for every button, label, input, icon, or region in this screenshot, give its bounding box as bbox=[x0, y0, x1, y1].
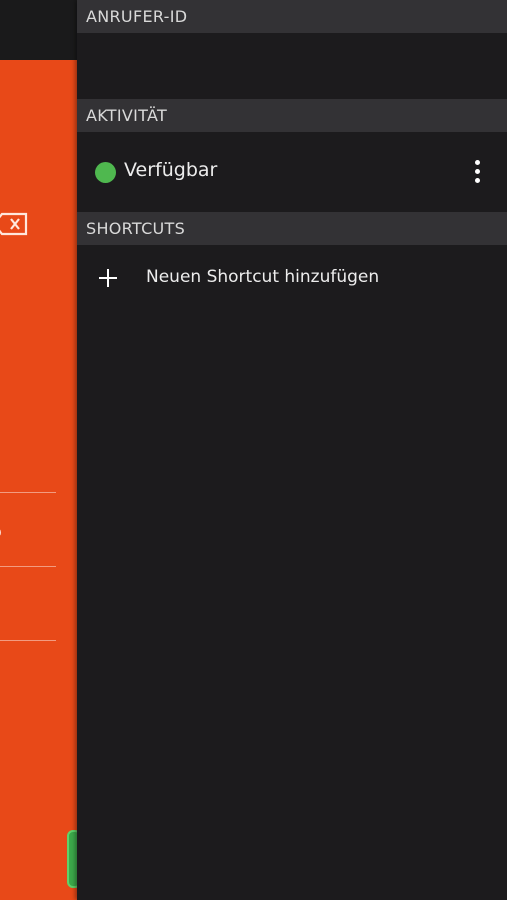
dot bbox=[475, 178, 480, 183]
background-app-top-bar bbox=[0, 0, 77, 60]
activity-status-row[interactable]: Verfügbar bbox=[77, 140, 507, 204]
status-label: Verfügbar bbox=[124, 159, 218, 181]
section-header-caller-id: ANRUFER-ID bbox=[77, 0, 507, 33]
divider bbox=[0, 640, 56, 641]
dot bbox=[475, 160, 480, 165]
status-dot-icon bbox=[95, 162, 116, 183]
divider bbox=[0, 492, 56, 493]
dot bbox=[475, 169, 480, 174]
add-shortcut-label: Neuen Shortcut hinzufügen bbox=[146, 267, 380, 287]
background-app-panel: o z bbox=[0, 60, 77, 900]
side-drawer: ANRUFER-ID AKTIVITÄT Verfügbar SHORTCUTS… bbox=[77, 0, 507, 900]
plus-icon bbox=[99, 269, 117, 287]
more-vertical-icon[interactable] bbox=[467, 158, 487, 186]
divider bbox=[0, 566, 56, 567]
section-header-shortcuts: SHORTCUTS bbox=[77, 212, 507, 245]
section-header-activity: AKTIVITÄT bbox=[77, 99, 507, 132]
background-row-text[interactable]: o bbox=[0, 522, 2, 541]
add-shortcut-button[interactable]: Neuen Shortcut hinzufügen bbox=[77, 256, 507, 302]
backspace-icon[interactable] bbox=[0, 212, 28, 236]
